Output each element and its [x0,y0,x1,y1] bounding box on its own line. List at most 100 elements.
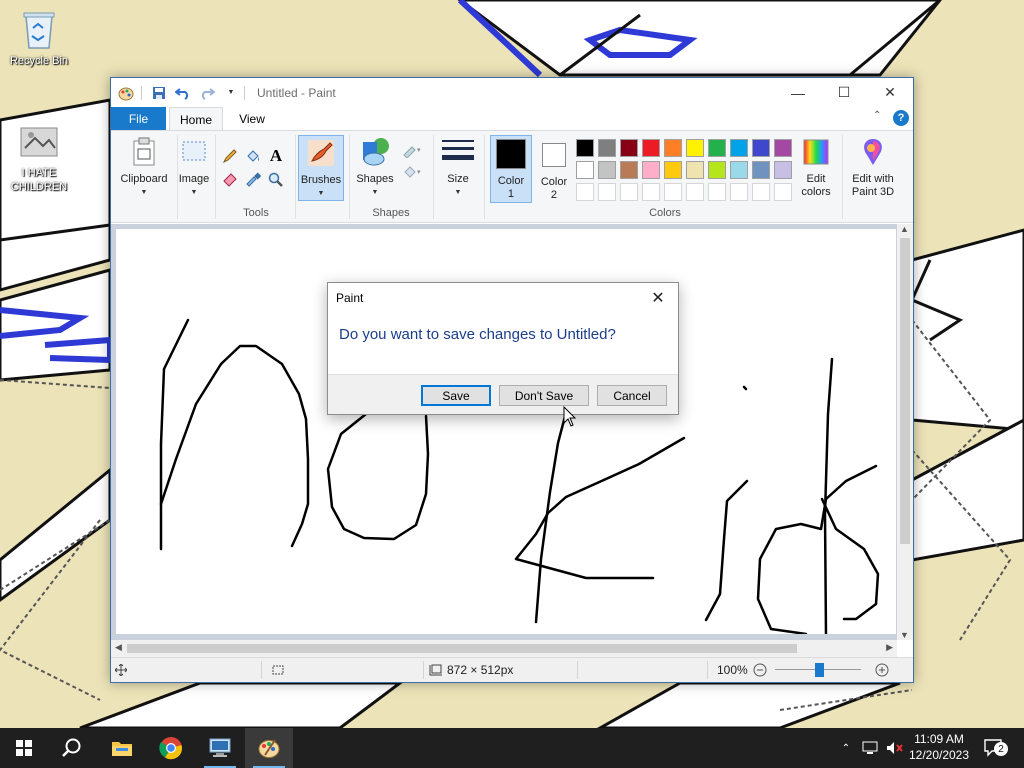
palette-swatch[interactable] [664,161,682,179]
color-picker-icon[interactable] [242,169,264,191]
palette-swatch[interactable] [598,139,616,157]
image-file-icon [17,120,61,164]
save-changes-dialog: Paint ✕ Do you want to save changes to U… [327,282,679,415]
window-title: Untitled - Paint [257,85,336,100]
size-button[interactable]: Size ▼ [437,135,479,199]
outline-icon[interactable]: ▾ [401,139,427,161]
paint-app-icon[interactable] [115,82,137,104]
custom-color-slot[interactable] [774,183,792,201]
color1-button[interactable]: Color 1 [490,135,532,203]
palette-swatch[interactable] [576,161,594,179]
shapes-button[interactable]: Shapes ▼ [352,135,398,199]
custom-color-slot[interactable] [620,183,638,201]
recycle-bin-desktop-icon[interactable]: Recycle Bin [1,8,77,68]
desktop-icon-label: I HATE CHILDREN [10,167,68,193]
fill-icon[interactable]: ▾ [401,161,427,183]
line-size-icon [442,135,474,169]
palette-swatch[interactable] [642,161,660,179]
custom-color-slot[interactable] [730,183,748,201]
horizontal-scrollbar[interactable]: ◀ ▶ [111,640,897,657]
palette-swatch[interactable] [620,161,638,179]
image-button[interactable]: Image ▼ [175,135,213,199]
search-button[interactable] [48,728,96,768]
brushes-button[interactable]: Brushes ▼ [298,135,344,201]
scroll-down-icon[interactable]: ▼ [900,630,909,640]
palette-swatch[interactable] [752,139,770,157]
paint3d-icon [857,135,889,169]
taskbar-remote-desktop[interactable] [196,728,244,768]
palette-swatch[interactable] [686,139,704,157]
custom-color-slot[interactable] [642,183,660,201]
zoom-out-button[interactable] [753,658,767,682]
fill-bucket-icon[interactable] [242,145,264,167]
palette-swatch[interactable] [576,139,594,157]
folder-icon [112,742,132,756]
custom-color-slot[interactable] [576,183,594,201]
color2-button[interactable]: Color 2 [534,135,574,202]
volume-muted-icon[interactable] [884,728,906,768]
close-button[interactable]: ✕ [867,78,913,107]
vertical-scroll-thumb[interactable] [900,238,910,544]
maximize-button[interactable]: ☐ [821,78,867,107]
group-divider [484,135,485,219]
custom-color-slot[interactable] [708,183,726,201]
scroll-up-icon[interactable]: ▲ [900,224,909,234]
palette-swatch[interactable] [620,139,638,157]
network-icon[interactable] [860,728,880,768]
taskbar-paint[interactable] [245,728,293,768]
palette-swatch[interactable] [642,139,660,157]
taskbar-file-explorer[interactable] [98,728,146,768]
magnifier-icon[interactable] [265,169,287,191]
taskbar-chrome[interactable] [147,728,195,768]
show-hidden-icons-chevron-icon[interactable]: ⌃ [836,728,856,768]
collapse-ribbon-icon[interactable]: ⌃ [873,110,881,121]
text-tool-icon[interactable]: A [265,145,287,167]
save-button[interactable]: Save [421,385,491,406]
zoom-slider[interactable] [775,658,861,682]
palette-swatch[interactable] [598,161,616,179]
eraser-icon[interactable] [219,169,241,191]
taskbar-clock[interactable]: 11:09 AM 12/20/2023 [906,731,972,763]
horizontal-scroll-thumb[interactable] [127,644,797,653]
redo-icon[interactable] [196,82,218,104]
dont-save-button[interactable]: Don't Save [499,385,589,406]
start-button[interactable] [0,728,48,768]
tab-home[interactable]: Home [169,107,223,131]
vertical-scrollbar[interactable]: ▲ ▼ [897,224,913,640]
custom-color-slot[interactable] [664,183,682,201]
palette-swatch[interactable] [752,161,770,179]
help-icon[interactable]: ? [893,110,909,126]
tab-file[interactable]: File [111,107,166,130]
customize-toolbar-icon[interactable]: ▼ [220,82,242,104]
palette-swatch[interactable] [730,161,748,179]
dialog-title: Paint [336,291,364,305]
palette-swatch[interactable] [730,139,748,157]
palette-swatch[interactable] [664,139,682,157]
scroll-right-icon[interactable]: ▶ [886,642,893,653]
zoom-in-button[interactable] [875,658,889,682]
custom-color-slot[interactable] [752,183,770,201]
edit-with-paint3d-button[interactable]: Edit with Paint 3D [845,135,901,199]
scroll-left-icon[interactable]: ◀ [115,642,122,653]
custom-color-slot[interactable] [686,183,704,201]
tab-view[interactable]: View [225,107,279,130]
edit-colors-button[interactable]: Edit colors [795,135,837,199]
palette-swatch[interactable] [708,161,726,179]
minimize-button[interactable]: — [775,78,821,107]
palette-swatch[interactable] [686,161,704,179]
save-icon[interactable] [148,82,170,104]
zoom-level: 100% [717,663,748,677]
dialog-close-icon[interactable]: ✕ [646,287,670,309]
zoom-slider-thumb[interactable] [815,663,824,677]
palette-swatch[interactable] [774,161,792,179]
custom-color-slot[interactable] [598,183,616,201]
palette-swatch[interactable] [774,139,792,157]
shortcut-desktop-icon[interactable]: I HATE CHILDREN [1,120,77,194]
clipboard-button[interactable]: Clipboard ▼ [115,135,173,199]
palette-swatch[interactable] [708,139,726,157]
ribbon-tabs: File Home View ⌃ ? [111,107,913,131]
undo-icon[interactable] [172,82,194,104]
notifications-button[interactable]: 2 [980,728,1008,768]
pencil-icon[interactable] [219,145,241,167]
cancel-button[interactable]: Cancel [597,385,667,406]
